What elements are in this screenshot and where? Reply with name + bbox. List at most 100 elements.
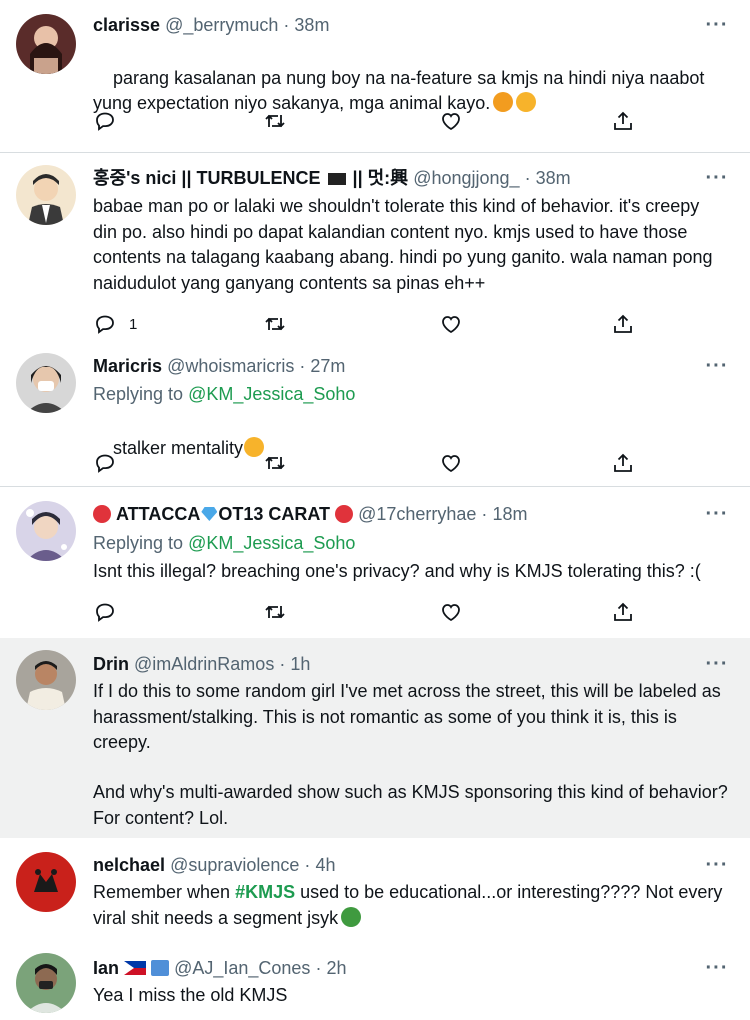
retweet-icon — [265, 317, 285, 331]
tweet-text: Yea I miss the old KMJS — [93, 985, 288, 1005]
tweet-nelchael[interactable]: nelchael @supraviolence · 4h ··· Remembe… — [0, 840, 750, 940]
avatar[interactable] — [16, 14, 76, 74]
display-name[interactable]: Maricris — [93, 356, 162, 376]
share-button[interactable] — [611, 310, 635, 338]
display-name-suffix: || 멋:興 — [352, 168, 409, 188]
more-options-icon[interactable]: ··· — [704, 165, 730, 191]
dot-separator: · — [283, 15, 290, 35]
retweet-button[interactable] — [263, 449, 287, 477]
display-name[interactable]: ATTACCA — [116, 504, 200, 524]
hashtag-link[interactable]: #KMJS — [235, 882, 295, 902]
dot-separator: · — [481, 504, 488, 524]
share-icon — [614, 453, 632, 472]
retweet-icon — [265, 456, 285, 470]
reply-button[interactable]: 1 — [93, 310, 137, 338]
tweet-text: Remember when #KMJS used to be education… — [93, 880, 728, 931]
display-name[interactable]: 홍중's nici || TURBULENCE — [93, 168, 321, 188]
avatar[interactable] — [16, 165, 76, 225]
dot-separator: · — [304, 855, 311, 875]
reply-icon — [96, 454, 114, 473]
avatar[interactable] — [16, 501, 76, 561]
reply-button[interactable] — [93, 449, 117, 477]
tweet-clarisse[interactable]: clarisse @_berrymuch · 38m ··· parang ka… — [0, 0, 750, 152]
more-options-icon[interactable]: ··· — [704, 501, 730, 527]
mention-link[interactable]: @KM_Jessica_Soho — [188, 533, 355, 553]
tweet-maricris[interactable]: Maricris @whoismaricris · 27m ··· Replyi… — [0, 345, 750, 485]
timestamp[interactable]: 4h — [315, 855, 335, 875]
handle[interactable]: @_berrymuch — [165, 15, 278, 35]
replying-to: Replying to @KM_Jessica_Soho — [93, 530, 355, 556]
ballot-box-icon — [151, 960, 170, 976]
more-options-icon[interactable]: ··· — [704, 852, 730, 878]
retweet-button[interactable] — [263, 310, 287, 338]
heart-on-fire-icon — [93, 505, 111, 523]
tweet-hongjjong[interactable]: 홍중's nici || TURBULENCE || 멋:興 @hongjjon… — [0, 153, 750, 345]
display-name[interactable]: clarisse — [93, 15, 160, 35]
mention-link[interactable]: @KM_Jessica_Soho — [188, 384, 355, 404]
heart-on-fire-icon — [335, 505, 354, 523]
nauseated-face-icon — [341, 906, 362, 927]
avatar[interactable] — [16, 852, 76, 912]
handle[interactable]: @hongjjong_ — [413, 168, 519, 188]
timestamp[interactable]: 38m — [536, 168, 571, 188]
like-button[interactable] — [439, 449, 463, 477]
handle[interactable]: @supraviolence — [170, 855, 299, 875]
replying-to: Replying to @KM_Jessica_Soho — [93, 381, 355, 407]
dot-separator: · — [279, 654, 286, 674]
replying-to-label: Replying to — [93, 533, 184, 553]
share-icon — [614, 111, 632, 130]
display-name[interactable]: Drin — [93, 654, 129, 674]
more-options-icon[interactable]: ··· — [704, 651, 730, 677]
timestamp[interactable]: 38m — [294, 15, 329, 35]
like-icon — [442, 316, 460, 334]
retweet-button[interactable] — [263, 598, 287, 626]
more-options-icon[interactable]: ··· — [704, 353, 730, 379]
replying-to-label: Replying to — [93, 384, 184, 404]
share-icon — [614, 602, 632, 621]
like-icon — [442, 604, 460, 622]
dot-separator: · — [524, 168, 531, 188]
handle[interactable]: @17cherryhae — [358, 504, 476, 524]
tweet-17cherryhae[interactable]: ATTACCA OT13 CARAT @17cherryhae · 18m ···… — [0, 487, 750, 637]
timestamp[interactable]: 27m — [310, 356, 345, 376]
dot-separator: · — [299, 356, 306, 376]
tweet-text-paragraph-2: And why's multi-awarded show such as KMJ… — [93, 782, 733, 828]
reply-button[interactable] — [93, 598, 117, 626]
reply-icon — [96, 112, 114, 131]
share-button[interactable] — [611, 107, 635, 135]
gem-icon — [201, 507, 218, 521]
tweet-text-paragraph-1: If I do this to some random girl I've me… — [93, 681, 726, 752]
display-name[interactable]: nelchael — [93, 855, 165, 875]
like-button[interactable] — [439, 310, 463, 338]
like-icon — [442, 113, 460, 131]
tweet-text: babae man po or lalaki we shouldn't tole… — [93, 196, 718, 293]
dot-separator: · — [315, 958, 322, 978]
handle[interactable]: @AJ_Ian_Cones — [174, 958, 310, 978]
like-button[interactable] — [439, 107, 463, 135]
share-button[interactable] — [611, 449, 635, 477]
graduation-cap-icon — [327, 173, 346, 185]
timestamp[interactable]: 1h — [290, 654, 310, 674]
display-name-mid: OT13 CARAT — [218, 504, 331, 524]
avatar[interactable] — [16, 353, 76, 413]
handle[interactable]: @imAldrinRamos — [134, 654, 274, 674]
like-icon — [442, 455, 460, 473]
display-name[interactable]: Ian — [93, 958, 119, 978]
tweet-drin[interactable]: Drin @imAldrinRamos · 1h ··· If I do thi… — [0, 638, 750, 838]
share-button[interactable] — [611, 598, 635, 626]
avatar[interactable] — [16, 650, 76, 710]
like-button[interactable] — [439, 598, 463, 626]
avatar[interactable] — [16, 953, 76, 1013]
more-options-icon[interactable]: ··· — [704, 955, 730, 981]
retweet-icon — [265, 114, 285, 128]
more-options-icon[interactable]: ··· — [704, 12, 730, 38]
handle[interactable]: @whoismaricris — [167, 356, 294, 376]
retweet-button[interactable] — [263, 107, 287, 135]
tweet-text: Isnt this illegal? breaching one's priva… — [93, 561, 701, 581]
tweet-ian[interactable]: Ian @AJ_Ian_Cones · 2h ··· Yea I miss th… — [0, 943, 750, 1020]
reply-button[interactable] — [93, 107, 117, 135]
timestamp[interactable]: 18m — [492, 504, 527, 524]
timestamp[interactable]: 2h — [326, 958, 346, 978]
share-icon — [614, 314, 632, 333]
reply-count: 1 — [129, 315, 138, 333]
